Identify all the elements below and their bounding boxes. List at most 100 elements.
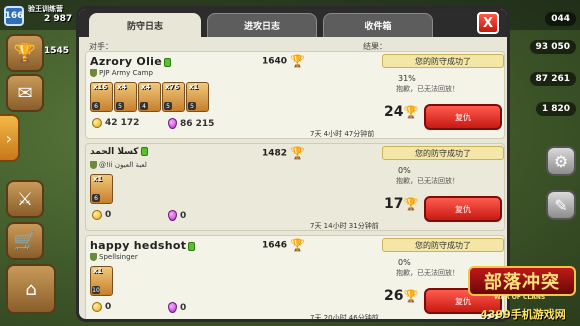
log-entry: كسلا الحمد @!ii لعبة العيون 1482 🏆 x1 6 0… — [85, 143, 505, 231]
opponent-clan: @!ii لعبة العيون — [90, 161, 147, 169]
shop-button[interactable]: 🛒 — [6, 222, 44, 260]
troop-barbarian-king: x1 5 — [186, 82, 209, 112]
troop-goblin: x76 5 — [162, 82, 185, 112]
game-logo-subtitle: WAR OF CLANS — [494, 294, 546, 301]
gold-stolen: 0 — [92, 302, 111, 312]
result-banner: 您的防守成功了 — [382, 54, 504, 68]
opponent-name: كسلا الحمد — [90, 147, 148, 157]
battle-result: 您的防守成功了 0% 抱歉，已无法回放！ 17 🏆 复仇 — [382, 146, 504, 230]
xp-badge-icon — [188, 241, 196, 251]
troop-list: x1 10 — [90, 266, 113, 296]
opponent-clan: PJP Army Camp — [90, 69, 153, 77]
battle-time: 7天 4小时 47分钟前 — [310, 130, 375, 138]
troop-barbarian-king: x1 10 — [90, 266, 113, 296]
trophy-icon: 🏆 — [290, 238, 306, 252]
player-name: 验王训练营 — [28, 5, 63, 13]
trophy-change: 24 🏆 — [384, 104, 419, 120]
opponent-trophies: 1482 🏆 — [262, 146, 306, 160]
close-button[interactable]: X — [477, 12, 499, 34]
clan-badge-icon — [90, 161, 97, 169]
player-level-value: 166 — [4, 11, 24, 21]
battle-time: 7天 20小时 46分钟前 — [310, 314, 379, 322]
trophy-icon: 🏆 — [13, 42, 37, 64]
elixir-stolen: 0 — [168, 210, 186, 221]
replay-unavailable-note: 抱歉，已无法回放！ — [396, 269, 459, 277]
tab-inbox[interactable]: 收件箱 — [323, 13, 433, 37]
replay-unavailable-note: 抱歉，已无法回放！ — [396, 85, 459, 93]
gold-icon — [92, 118, 102, 128]
clan-badge-icon — [90, 253, 97, 261]
mail-button[interactable]: ✉ — [6, 74, 44, 112]
player-gold-value: 2 987 — [44, 14, 73, 24]
player-level-badge[interactable]: 166 — [4, 6, 24, 26]
destruction-percent: 0% — [398, 166, 411, 175]
troop-barbarian: x1 6 — [90, 174, 113, 204]
trophy-icon: 🏆 — [290, 146, 306, 160]
envelope-icon: ✉ — [17, 82, 33, 104]
troop-list: x16 6 x4 5 x4 4 x76 5 x1 5 — [90, 82, 209, 112]
opponent-trophies: 1646 🏆 — [262, 238, 306, 252]
edit-layout-button[interactable]: ✎ — [546, 190, 576, 220]
settings-button[interactable]: ⚙ — [546, 146, 576, 176]
site-watermark: 4399手机游戏网 — [480, 308, 566, 321]
elixir-icon — [168, 302, 177, 313]
elixir-stolen: 0 — [168, 302, 186, 313]
opponent-clan: Spellsinger — [90, 253, 138, 261]
xp-badge-icon — [163, 57, 171, 67]
troop-barbarian: x16 6 — [90, 82, 113, 112]
expand-arrow-tab[interactable]: › — [0, 114, 20, 162]
gold-stolen: 0 — [92, 210, 111, 220]
crossed-swords-icon: ⚔ — [16, 188, 34, 210]
opponent-name: Azrory Olie — [90, 55, 171, 68]
destruction-percent: 31% — [398, 74, 416, 83]
trophy-change: 26 🏆 — [384, 288, 419, 304]
builder-base-button[interactable]: ⌂ — [6, 264, 56, 314]
trophy-icon: 🏆 — [403, 197, 419, 211]
tab-attack-log[interactable]: 进攻日志 — [207, 13, 317, 37]
cart-icon: 🛒 — [13, 230, 37, 252]
attack-button[interactable]: ⚔ — [6, 180, 44, 218]
right-resource-3: 87 261 — [529, 72, 576, 86]
result-banner: 您的防守成功了 — [382, 146, 504, 160]
trophy-league-button[interactable]: 🏆 — [6, 34, 44, 72]
player-trophies-value: 1545 — [44, 46, 70, 56]
gear-icon: ⚙ — [553, 151, 569, 171]
battle-log-panel: 防守日志 进攻日志 收件箱 X 对手： 结果： Azrory Olie PJP … — [76, 6, 510, 322]
trophy-icon: 🏆 — [403, 289, 419, 303]
replay-unavailable-note: 抱歉，已无法回放！ — [396, 177, 459, 185]
elixir-stolen: 86 215 — [168, 118, 214, 129]
elixir-icon — [168, 118, 177, 129]
game-logo-title: 部落冲突 — [468, 266, 576, 296]
hammer-icon: ✎ — [554, 195, 568, 215]
troop-list: x1 6 — [90, 174, 113, 204]
log-entry: Azrory Olie PJP Army Camp 1640 🏆 x16 6 x4… — [85, 51, 505, 139]
right-resource-2: 93 050 — [529, 40, 576, 54]
clan-badge-icon — [90, 69, 97, 77]
tab-defense-log[interactable]: 防守日志 — [89, 13, 201, 37]
house-icon: ⌂ — [25, 278, 37, 300]
xp-badge-icon — [140, 147, 148, 156]
right-resource-1: 044 — [545, 12, 576, 26]
battle-time: 7天 14小时 31分钟前 — [310, 222, 379, 230]
close-icon: X — [482, 15, 494, 31]
troop-archer-queen: x4 4 — [138, 82, 161, 112]
chevron-right-icon: › — [5, 128, 13, 148]
destruction-percent: 0% — [398, 258, 411, 267]
opponent-name: happy hedshot — [90, 239, 196, 252]
trophy-change: 17 🏆 — [384, 196, 419, 212]
gold-icon — [92, 302, 102, 312]
revenge-button[interactable]: 复仇 — [424, 104, 502, 130]
trophy-icon: 🏆 — [403, 105, 419, 119]
elixir-icon — [168, 210, 177, 221]
log-entry: happy hedshot Spellsinger 1646 🏆 x1 10 0 … — [85, 235, 505, 322]
troop-archer: x4 5 — [114, 82, 137, 112]
gold-icon — [92, 210, 102, 220]
trophy-icon: 🏆 — [290, 54, 306, 68]
battle-result: 您的防守成功了 31% 抱歉，已无法回放！ 24 🏆 复仇 — [382, 54, 504, 138]
game-logo-watermark: 部落冲突 WAR OF CLANS 4399手机游戏网 — [468, 262, 578, 324]
gold-stolen: 42 172 — [92, 118, 139, 128]
revenge-button[interactable]: 复仇 — [424, 196, 502, 222]
result-banner: 您的防守成功了 — [382, 238, 504, 252]
opponent-trophies: 1640 🏆 — [262, 54, 306, 68]
right-resource-4: 1 820 — [535, 102, 576, 116]
